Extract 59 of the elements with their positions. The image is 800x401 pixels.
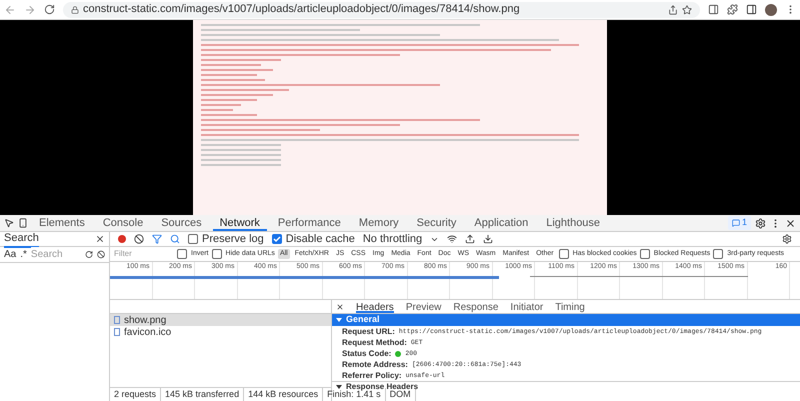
search-icon[interactable] <box>170 234 180 244</box>
settings-icon[interactable] <box>755 218 766 228</box>
star-icon[interactable] <box>682 4 692 14</box>
devtools-tab[interactable]: Elements <box>32 215 92 231</box>
url-text: construct-static.com/images/v1007/uploads/articleuploadobject/0/images/78414/show.png <box>83 2 520 18</box>
close-icon[interactable] <box>785 218 796 228</box>
status-text: 2 requests <box>114 388 162 401</box>
details-tab[interactable]: Initiator <box>510 300 544 313</box>
close-icon[interactable] <box>95 234 105 244</box>
clear-icon[interactable] <box>134 234 144 244</box>
close-icon[interactable] <box>336 302 344 310</box>
lock-icon <box>71 6 79 14</box>
share-icon[interactable] <box>668 4 678 14</box>
disclosure-triangle-icon <box>336 317 342 323</box>
devtools-tab[interactable]: Performance <box>270 215 348 231</box>
request-row[interactable]: show.png <box>110 314 331 326</box>
side-panel-icon[interactable] <box>746 4 757 15</box>
disclosure-triangle-icon <box>336 384 342 390</box>
inspect-icon[interactable] <box>4 218 14 228</box>
status-text: 145 kB transferred <box>165 388 244 401</box>
devtools-tab[interactable]: Sources <box>154 215 209 231</box>
device-toolbar-icon[interactable] <box>18 218 28 228</box>
record-icon[interactable] <box>118 235 126 243</box>
match-case-toggle[interactable]: Aa <box>4 247 16 262</box>
status-text: DOM <box>390 388 416 401</box>
regex-toggle[interactable]: .* <box>20 247 27 262</box>
checkbox[interactable]: Disable cache <box>272 230 355 248</box>
header-name: Remote Address: <box>342 358 408 370</box>
status-text: 144 kB resources <box>248 388 324 401</box>
address-bar[interactable]: construct-static.com/images/v1007/uploads/articleuploadobject/0/images/78414/show.png <box>63 2 700 18</box>
extensions-icon[interactable] <box>727 4 738 15</box>
devtools-tab[interactable]: Lighthouse <box>539 215 608 231</box>
request-row[interactable]: favicon.ico <box>110 326 331 338</box>
refresh-icon[interactable] <box>84 250 93 259</box>
reload-icon[interactable] <box>44 4 55 15</box>
export-icon[interactable] <box>483 234 494 244</box>
clear-icon[interactable] <box>96 250 105 259</box>
devtools-tab[interactable]: Application <box>467 215 536 231</box>
header-name: Request Method: <box>342 336 407 348</box>
section-header[interactable]: General <box>332 314 800 326</box>
details-tab[interactable]: Preview <box>406 300 442 313</box>
settings-icon[interactable] <box>782 234 792 244</box>
header-name: Referrer Policy: <box>342 370 402 382</box>
details-tab[interactable]: Response <box>453 300 498 313</box>
header-name: Request URL: <box>342 326 395 338</box>
devtools-tab[interactable]: Memory <box>352 215 406 231</box>
import-icon[interactable] <box>465 234 476 244</box>
avatar-icon[interactable] <box>765 4 777 16</box>
throttling-select[interactable]: No throttling <box>362 230 440 248</box>
details-tab[interactable]: Timing <box>555 300 585 313</box>
devtools-tab[interactable]: Console <box>96 215 150 231</box>
checkbox[interactable]: Preserve log <box>188 230 264 248</box>
issues-badge[interactable]: 1 <box>728 216 751 230</box>
devtools-tab[interactable]: Network <box>212 215 267 231</box>
devtools-tab[interactable]: Security <box>410 215 464 231</box>
filter-icon[interactable] <box>152 234 162 244</box>
check-icon <box>272 235 281 243</box>
header-name: Status Code: <box>342 348 392 360</box>
network-conditions-icon[interactable] <box>447 234 458 244</box>
